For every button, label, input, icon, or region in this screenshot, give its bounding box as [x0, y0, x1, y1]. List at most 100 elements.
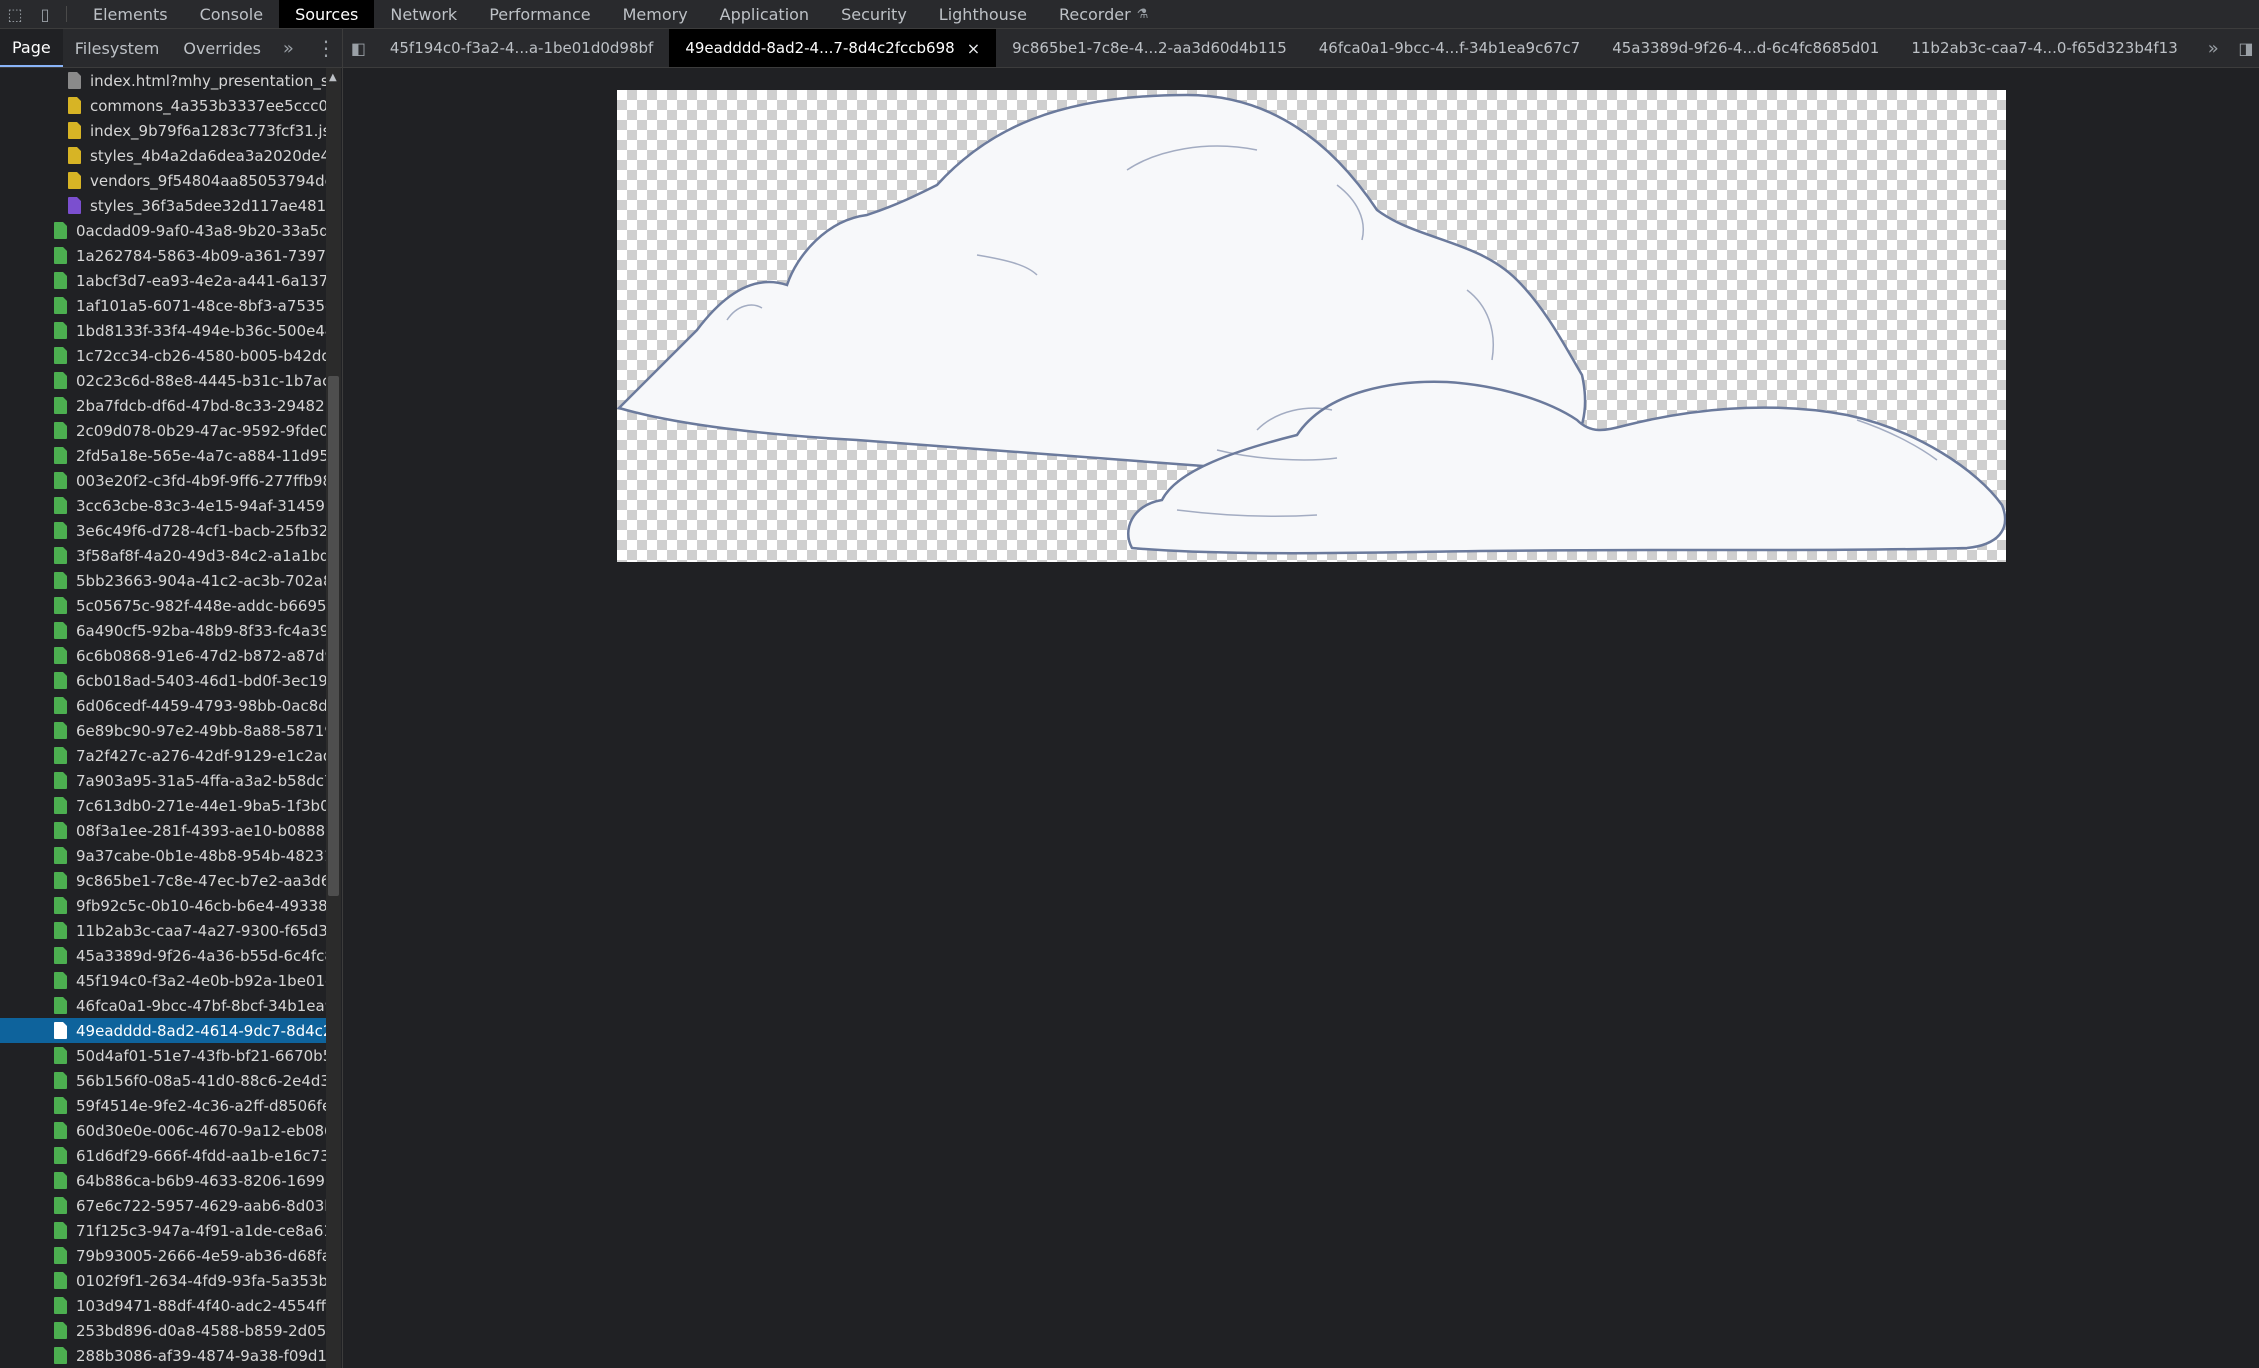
file-tree-item[interactable]: 1af101a5-6071-48ce-8bf3-a7535e8b7: [0, 293, 326, 318]
image-file-icon: [54, 397, 67, 414]
file-tree-item[interactable]: 2c09d078-0b29-47ac-9592-9fde0d64: [0, 418, 326, 443]
navigator-tab-filesystem[interactable]: Filesystem: [63, 29, 172, 67]
file-tree-item[interactable]: 288b3086-af39-4874-9a38-f09d1433: [0, 1343, 326, 1368]
file-tree-item[interactable]: 67e6c722-5957-4629-aab6-8d03b55: [0, 1193, 326, 1218]
file-tree-item[interactable]: styles_4b4a2da6dea3a2020de4.js: [0, 143, 326, 168]
file-tree-item[interactable]: 64b886ca-b6b9-4633-8206-1699799: [0, 1168, 326, 1193]
file-tree-item[interactable]: 2ba7fdcb-df6d-47bd-8c33-29482111: [0, 393, 326, 418]
file-tree-item[interactable]: 3f58af8f-4a20-49d3-84c2-a1a1bda2c: [0, 543, 326, 568]
file-tree-item[interactable]: 46fca0a1-9bcc-47bf-8bcf-34b1ea9c6: [0, 993, 326, 1018]
file-tree-item[interactable]: 02c23c6d-88e8-4445-b31c-1b7accba: [0, 368, 326, 393]
file-tree-item[interactable]: 1c72cc34-cb26-4580-b005-b42dda73: [0, 343, 326, 368]
editor-tab[interactable]: 45a3389d-9f26-4...d-6c4fc8685d01: [1596, 29, 1895, 67]
image-file-icon: [54, 497, 67, 514]
file-tree-item[interactable]: 49eadddd-8ad2-4614-9dc7-8d4c2fcc: [0, 1018, 326, 1043]
tab-recorder[interactable]: Recorder ⚗: [1043, 0, 1164, 28]
file-tree-item[interactable]: 9fb92c5c-0b10-46cb-b6e4-49338afd: [0, 893, 326, 918]
file-tree-item[interactable]: commons_4a353b3337ee5ccc0c14.: [0, 93, 326, 118]
file-tree-item[interactable]: 1a262784-5863-4b09-a361-73977e71: [0, 243, 326, 268]
editor-tab[interactable]: 46fca0a1-9bcc-4...f-34b1ea9c67c7: [1303, 29, 1596, 67]
file-tree-item[interactable]: 45f194c0-f3a2-4e0b-b92a-1be01d0d: [0, 968, 326, 993]
more-editor-tabs-icon[interactable]: »: [2194, 29, 2233, 67]
file-tree-item[interactable]: 7a903a95-31a5-4ffa-a3a2-b58dc753: [0, 768, 326, 793]
file-tree-item[interactable]: 6e89bc90-97e2-49bb-8a88-58719d4: [0, 718, 326, 743]
file-tree-item[interactable]: 7c613db0-271e-44e1-9ba5-1f3b0c9f: [0, 793, 326, 818]
tab-memory[interactable]: Memory: [607, 0, 704, 28]
file-tree-item[interactable]: 7a2f427c-a276-42df-9129-e1c2ad81: [0, 743, 326, 768]
image-file-icon: [54, 997, 67, 1014]
file-tree-item[interactable]: 5c05675c-982f-448e-addc-b66955dfl: [0, 593, 326, 618]
toggle-navigator-icon[interactable]: ◧: [343, 29, 374, 67]
editor-tab[interactable]: 49eadddd-8ad2-4...7-8d4c2fccb698 ×: [669, 29, 997, 67]
file-tree-item[interactable]: styles_36f3a5dee32d117ae481.css: [0, 193, 326, 218]
image-file-icon: [54, 897, 67, 914]
file-tree-item[interactable]: 0102f9f1-2634-4fd9-93fa-5a353b011: [0, 1268, 326, 1293]
navigator-scrollbar[interactable]: ▲: [326, 68, 341, 1368]
navigator-tab-page[interactable]: Page: [0, 29, 63, 67]
file-tree-item[interactable]: 59f4514e-9fe2-4c36-a2ff-d8506fec0: [0, 1093, 326, 1118]
toggle-debugger-icon[interactable]: ◨: [2233, 29, 2259, 67]
file-tree-item[interactable]: index.html?mhy_presentation_style: [0, 68, 326, 93]
file-tree-item[interactable]: 6c6b0868-91e6-47d2-b872-a87d99d: [0, 643, 326, 668]
tab-security[interactable]: Security: [825, 0, 923, 28]
file-tree-item[interactable]: 5bb23663-904a-41c2-ac3b-702a86b9: [0, 568, 326, 593]
editor-tab[interactable]: 9c865be1-7c8e-4...2-aa3d60d4b115: [996, 29, 1303, 67]
file-tree-item[interactable]: 45a3389d-9f26-4a36-b55d-6c4fc868: [0, 943, 326, 968]
image-file-icon: [54, 1272, 67, 1289]
tab-label: Elements: [93, 4, 168, 24]
editor-tab[interactable]: 45f194c0-f3a2-4...a-1be01d0d98bf: [374, 29, 669, 67]
image-file-icon: [54, 1097, 67, 1114]
file-name: 50d4af01-51e7-43fb-bf21-6670b5a6: [76, 1046, 326, 1065]
file-tree-item[interactable]: 6d06cedf-4459-4793-98bb-0ac8d919: [0, 693, 326, 718]
tab-sources[interactable]: Sources: [279, 0, 375, 28]
tab-network[interactable]: Network: [374, 0, 473, 28]
tab-label: Network: [390, 4, 458, 24]
image-file-icon: [54, 797, 67, 814]
file-tree-item[interactable]: 103d9471-88df-4f40-adc2-4554ff3a5: [0, 1293, 326, 1318]
file-name: 6c6b0868-91e6-47d2-b872-a87d99d: [76, 646, 326, 665]
file-tree-item[interactable]: 6a490cf5-92ba-48b9-8f33-fc4a39c1d: [0, 618, 326, 643]
file-tree-item[interactable]: 3e6c49f6-d728-4cf1-bacb-25fb3259e: [0, 518, 326, 543]
image-file-icon: [54, 547, 67, 564]
file-tree-item[interactable]: 253bd896-d0a8-4588-b859-2d05520: [0, 1318, 326, 1343]
close-tab-icon[interactable]: ×: [967, 39, 980, 58]
file-tree-item[interactable]: 50d4af01-51e7-43fb-bf21-6670b5a6: [0, 1043, 326, 1068]
tab-application[interactable]: Application: [704, 0, 825, 28]
device-toolbar-icon[interactable]: ▯: [30, 0, 60, 28]
file-tree-item[interactable]: 0acdad09-9af0-43a8-9b20-33a5d0dc: [0, 218, 326, 243]
scrollbar-thumb[interactable]: [328, 376, 339, 896]
file-tree-item[interactable]: 79b93005-2666-4e59-ab36-d68fadfd: [0, 1243, 326, 1268]
file-tree-item[interactable]: 003e20f2-c3fd-4b9f-9ff6-277ffb9864: [0, 468, 326, 493]
tab-elements[interactable]: Elements: [77, 0, 184, 28]
navigator-tab-overrides[interactable]: Overrides: [171, 29, 273, 67]
file-name: 56b156f0-08a5-41d0-88c6-2e4d3017: [76, 1071, 326, 1090]
file-tree-item[interactable]: 71f125c3-947a-4f91-a1de-ce8a6162: [0, 1218, 326, 1243]
file-tree-item[interactable]: 9a37cabe-0b1e-48b8-954b-48231f59: [0, 843, 326, 868]
image-file-icon: [54, 1297, 67, 1314]
file-tree-item[interactable]: vendors_9f54804aa85053794de9.js: [0, 168, 326, 193]
tab-performance[interactable]: Performance: [473, 0, 606, 28]
file-tree-item[interactable]: 3cc63cbe-83c3-4e15-94af-31459bed: [0, 493, 326, 518]
navigator-menu-icon[interactable]: ⋮: [304, 29, 342, 67]
file-tree-item[interactable]: 56b156f0-08a5-41d0-88c6-2e4d3017: [0, 1068, 326, 1093]
inspect-element-icon[interactable]: ⬚: [0, 0, 30, 28]
scroll-up-icon[interactable]: ▲: [329, 72, 337, 83]
file-tree-item[interactable]: 2fd5a18e-565e-4a7c-a884-11d95584: [0, 443, 326, 468]
file-name: 64b886ca-b6b9-4633-8206-1699799: [76, 1171, 326, 1190]
tab-lighthouse[interactable]: Lighthouse: [923, 0, 1043, 28]
file-tree-item[interactable]: 60d30e0e-006c-4670-9a12-eb086f49: [0, 1118, 326, 1143]
image-file-icon: [54, 322, 67, 339]
image-file-icon: [54, 772, 67, 789]
tab-console[interactable]: Console: [184, 0, 280, 28]
file-tree-item[interactable]: 6cb018ad-5403-46d1-bd0f-3ec19902: [0, 668, 326, 693]
file-tree-item[interactable]: 08f3a1ee-281f-4393-ae10-b0888512: [0, 818, 326, 843]
more-tabs-icon[interactable]: »: [273, 29, 304, 67]
file-tree-item[interactable]: 1abcf3d7-ea93-4e2a-a441-6a13785f2: [0, 268, 326, 293]
file-tree-item[interactable]: 1bd8133f-33f4-494e-b36c-500e44b8: [0, 318, 326, 343]
file-tree-item[interactable]: 61d6df29-666f-4fdd-aa1b-e16c73f88: [0, 1143, 326, 1168]
editor-tab[interactable]: 11b2ab3c-caa7-4...0-f65d323b4f13: [1895, 29, 2193, 67]
file-tree-item[interactable]: index_9b79f6a1283c773fcf31.js: [0, 118, 326, 143]
file-tree-item[interactable]: 9c865be1-7c8e-47ec-b7e2-aa3d60d4: [0, 868, 326, 893]
file-name: 7a2f427c-a276-42df-9129-e1c2ad81: [76, 746, 326, 765]
file-tree-item[interactable]: 11b2ab3c-caa7-4a27-9300-f65d323b: [0, 918, 326, 943]
